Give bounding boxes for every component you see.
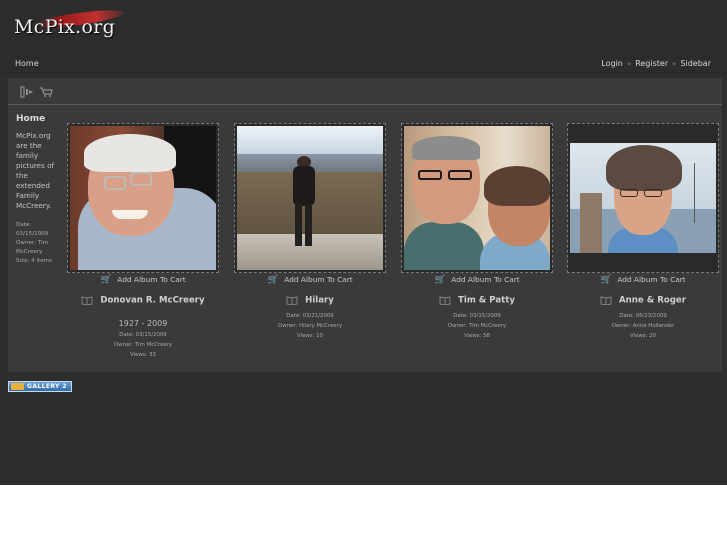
album-book-icon (81, 295, 93, 306)
album-thumbnail-frame[interactable] (234, 123, 386, 273)
album-owner: Owner: Tim McCreery (447, 322, 507, 329)
gallery-panel: Home McPix.org are the family pictures o… (8, 78, 722, 372)
sidebar-owner: Owner: Tim McCreery (16, 240, 49, 255)
album-thumbnail[interactable] (570, 143, 716, 253)
album-title-link[interactable]: Tim & Patty (458, 296, 515, 306)
add-album-to-cart-label: Add Album To Cart (451, 275, 520, 284)
header: McPix.org (0, 0, 727, 52)
page: McPix.org Home Login » Register » Sideba… (0, 0, 727, 485)
album-title-link[interactable]: Hilary (305, 296, 334, 306)
album-title-link[interactable]: Anne & Roger (619, 296, 686, 306)
view-slideshow-icon[interactable] (20, 86, 34, 98)
album-meta: Date: 03/15/2009 Owner: Tim McCreery Vie… (401, 312, 553, 341)
album-title-link[interactable]: Donovan R. McCreery (100, 296, 204, 306)
album-thumbnail-frame[interactable] (401, 123, 553, 273)
toolbar (8, 78, 722, 105)
cart-icon[interactable] (39, 86, 53, 98)
nav-separator: » (626, 59, 632, 68)
add-to-cart-icon: 🛒 (434, 275, 446, 285)
album-meta: Date: 06/23/2009 Owner: Anne Hollander V… (567, 312, 719, 341)
navbar: Home Login » Register » Sidebar (0, 52, 727, 76)
album-title-row: Donovan R. McCreery (67, 295, 219, 309)
add-album-to-cart-label: Add Album To Cart (117, 275, 186, 284)
add-album-to-cart[interactable]: 🛒 Add Album To Cart (567, 275, 719, 287)
add-album-to-cart-label: Add Album To Cart (284, 275, 353, 284)
sidebar-title: Home (16, 114, 46, 124)
sidebar-date: Date: 03/15/2009 (16, 222, 49, 237)
add-album-to-cart-label: Add Album To Cart (617, 275, 686, 284)
album-views: Views: 33 (130, 351, 156, 358)
album-meta: Date: 03/15/2009 Owner: Tim McCreery Vie… (67, 331, 219, 360)
add-to-cart-icon: 🛒 (600, 275, 612, 285)
add-to-cart-icon: 🛒 (267, 275, 279, 285)
album-thumbnail-frame[interactable] (67, 123, 219, 273)
album-book-icon (600, 295, 612, 306)
nav-home-link[interactable]: Home (15, 59, 39, 68)
gallery-logo-icon (11, 383, 24, 390)
sidebar-size: Size: 4 items (16, 258, 53, 264)
album-thumbnail-frame[interactable] (567, 123, 719, 273)
album-title-row: Hilary (234, 295, 386, 309)
album-date: Date: 03/15/2009 (119, 332, 167, 338)
album-views: Views: 58 (464, 332, 490, 339)
album-owner: Owner: Hilary McCreery (277, 322, 343, 329)
nav-separator: » (672, 59, 677, 68)
add-album-to-cart[interactable]: 🛒 Add Album To Cart (67, 275, 219, 287)
album-thumbnail[interactable] (70, 126, 216, 270)
add-to-cart-icon: 🛒 (100, 275, 112, 285)
album-owner: Owner: Tim McCreery (113, 341, 173, 348)
sidebar-meta: Date: 03/15/2009 Owner: Tim McCreery Siz… (16, 221, 62, 266)
site-logo[interactable]: McPix.org (10, 6, 125, 44)
add-album-to-cart[interactable]: 🛒 Add Album To Cart (401, 275, 553, 287)
album-date: Date: 03/21/2009 (286, 313, 334, 319)
album-date: Date: 03/15/2009 (453, 313, 501, 319)
album-book-icon (439, 295, 451, 306)
album-views: Views: 10 (297, 332, 323, 339)
album-views: Views: 20 (630, 332, 656, 339)
sidebar-link[interactable]: Sidebar (680, 59, 711, 68)
album-thumbnail[interactable] (237, 126, 383, 270)
album-owner: Owner: Anne Hollander (611, 322, 675, 329)
add-album-to-cart[interactable]: 🛒 Add Album To Cart (234, 275, 386, 287)
nav-user-links: Login » Register » Sidebar (601, 59, 711, 68)
logo-text: McPix.org (14, 16, 116, 38)
album-date: Date: 06/23/2009 (619, 313, 667, 319)
album-thumbnail[interactable] (404, 126, 550, 270)
album-meta: Date: 03/21/2009 Owner: Hilary McCreery … (234, 312, 386, 341)
register-link[interactable]: Register (635, 59, 668, 68)
sidebar-description: McPix.org are the family pictures of the… (16, 131, 55, 210)
album-book-icon (286, 295, 298, 306)
gallery-badge-text: GALLERY 2 (27, 383, 67, 390)
album-title-row: Tim & Patty (401, 295, 553, 309)
album-lifespan: 1927 - 2009 (118, 319, 168, 328)
login-link[interactable]: Login (601, 59, 623, 68)
gallery2-badge[interactable]: GALLERY 2 (8, 381, 72, 392)
sidebar: Home McPix.org are the family pictures o… (16, 114, 62, 266)
album-title-row: Anne & Roger (567, 295, 719, 309)
